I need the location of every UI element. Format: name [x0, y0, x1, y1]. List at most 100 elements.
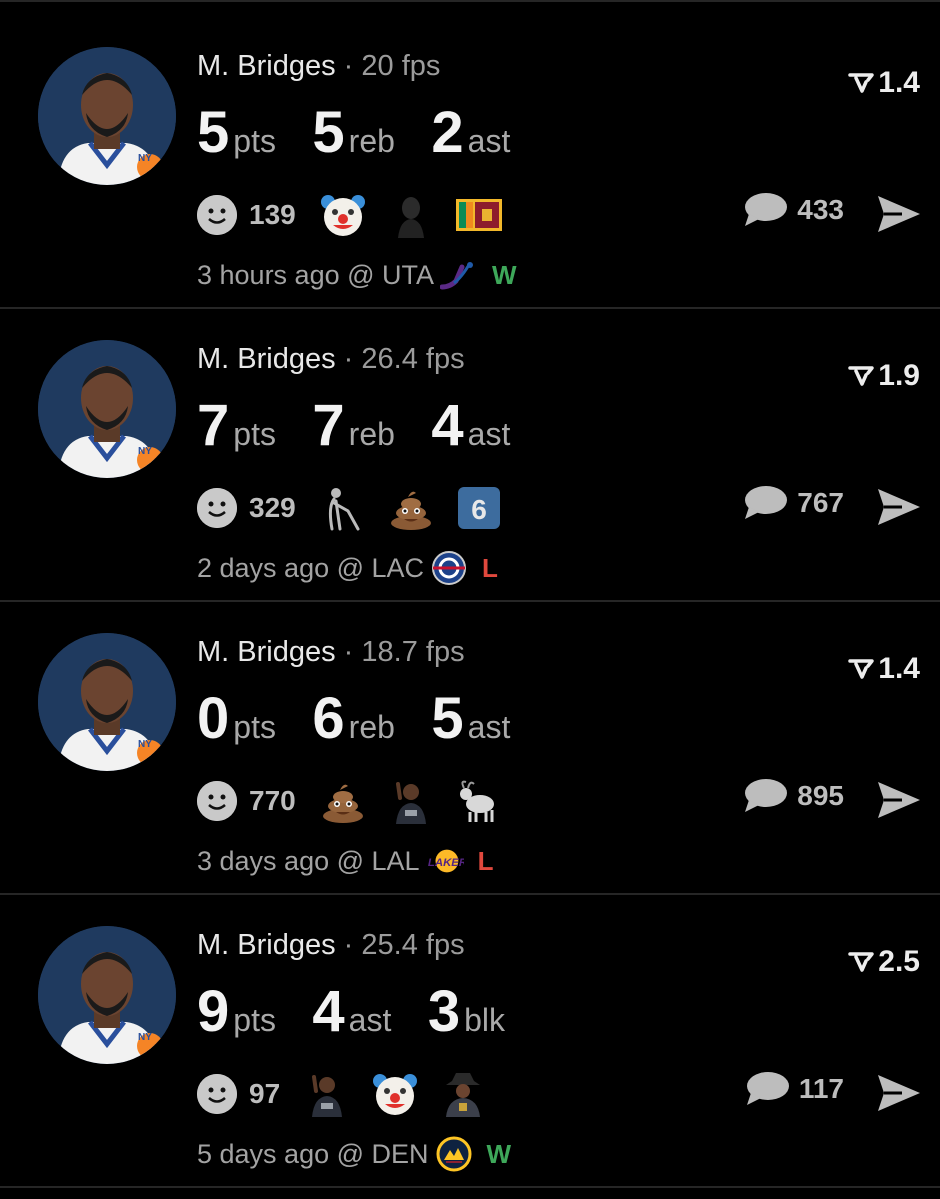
- stat-value: 3: [427, 979, 461, 1044]
- rating-value: 1.4: [878, 66, 920, 99]
- svg-text:NY: NY: [138, 739, 152, 750]
- player-name[interactable]: M. Bridges: [197, 636, 336, 668]
- keycap-digit: 6: [471, 494, 487, 525]
- player-photo-icon[interactable]: [304, 1071, 350, 1117]
- game-card[interactable]: NY M. Bridges · 18.7 fps 0 pts 6 reb 5 ast …: [0, 602, 940, 895]
- stat-line: 0 pts 6 reb 5 ast: [197, 690, 542, 760]
- stat: 0 pts: [197, 690, 276, 748]
- share-button[interactable]: [876, 780, 922, 825]
- comments-button[interactable]: 895: [743, 778, 844, 814]
- comment-count: 767: [797, 487, 844, 518]
- stat: 3 blk: [428, 983, 505, 1041]
- reactions-row: 97: [197, 1069, 508, 1119]
- keycap-six-icon[interactable]: 6: [456, 485, 502, 531]
- clown-face-icon[interactable]: [372, 1071, 418, 1117]
- game-meta: 5 days ago @ DEN W: [197, 1136, 511, 1172]
- stat-value: 4: [312, 979, 345, 1044]
- share-button[interactable]: [876, 1073, 922, 1118]
- smiley-reaction-icon[interactable]: [197, 781, 237, 821]
- reaction-count: 97: [249, 1078, 281, 1109]
- game-card[interactable]: NY M. Bridges · 20 fps 5 pts 5 reb 2 ast 1.…: [0, 16, 940, 309]
- stat-value: 7: [312, 393, 345, 458]
- stat-value: 5: [197, 100, 230, 165]
- separator: ·: [343, 50, 354, 82]
- stat-label: pts: [233, 123, 276, 159]
- clown-face-icon[interactable]: [320, 192, 366, 238]
- share-button[interactable]: [876, 487, 922, 532]
- goat-icon[interactable]: [456, 778, 502, 824]
- smiley-reaction-icon[interactable]: [197, 195, 237, 235]
- game-card[interactable]: NY M. Bridges · 25.4 fps 9 pts 4 ast 3 blk …: [0, 895, 940, 1188]
- stat-label: ast: [467, 709, 511, 745]
- stat: 7 pts: [197, 397, 276, 455]
- send-icon: [878, 196, 920, 232]
- rating: 1.9: [848, 359, 920, 393]
- title-line: M. Bridges · 26.4 fps: [197, 343, 465, 376]
- send-icon: [878, 1075, 920, 1111]
- smiley-reaction-icon[interactable]: [197, 1074, 237, 1114]
- send-icon: [878, 489, 920, 525]
- jazz-logo-icon[interactable]: [440, 259, 478, 291]
- comments-button[interactable]: 117: [745, 1071, 844, 1107]
- player-avatar[interactable]: NY: [38, 340, 176, 478]
- reactions-row: 770: [197, 776, 524, 826]
- old-man-cane-icon[interactable]: [320, 485, 366, 531]
- smiley-reaction-icon[interactable]: [197, 488, 237, 528]
- player-photo-icon[interactable]: [388, 778, 434, 824]
- rating: 1.4: [848, 652, 920, 686]
- reaction-count: 139: [249, 199, 296, 230]
- send-icon: [878, 782, 920, 818]
- stat: 2 ast: [431, 104, 510, 162]
- player-avatar[interactable]: NY: [38, 926, 176, 1064]
- rating-icon: [848, 73, 875, 93]
- separator: ·: [343, 636, 354, 668]
- stat-label: reb: [348, 123, 395, 159]
- stat-label: ast: [467, 123, 511, 159]
- game-result: W: [492, 259, 517, 290]
- stat-value: 0: [197, 686, 230, 751]
- title-line: M. Bridges · 18.7 fps: [197, 636, 465, 669]
- reaction-count: 770: [249, 785, 296, 816]
- stat-label: pts: [233, 1002, 276, 1038]
- rating-icon: [848, 366, 875, 386]
- lakers-logo-icon[interactable]: LAKERS: [426, 845, 464, 877]
- rating: 2.5: [848, 945, 920, 979]
- player-avatar[interactable]: NY: [38, 47, 176, 185]
- comment-bubble-icon: [745, 779, 788, 812]
- stat-line: 7 pts 7 reb 4 ast: [197, 397, 542, 467]
- reactions-row: 329 6: [197, 483, 524, 533]
- poop-icon[interactable]: [388, 485, 434, 531]
- stat-line: 5 pts 5 reb 2 ast: [197, 104, 542, 174]
- stat-label: ast: [348, 1002, 392, 1038]
- stat-label: pts: [233, 709, 276, 745]
- stat-line: 9 pts 4 ast 3 blk: [197, 983, 537, 1053]
- game-meta: 3 days ago @ LAL LAKERS L: [197, 845, 493, 877]
- game-result: L: [477, 845, 494, 876]
- comments-button[interactable]: 433: [743, 192, 844, 228]
- stat-value: 2: [431, 100, 464, 165]
- share-button[interactable]: [876, 194, 922, 239]
- stat: 7 reb: [312, 397, 395, 455]
- separator: ·: [343, 343, 354, 375]
- stat: 4 ast: [312, 983, 391, 1041]
- comments-button[interactable]: 767: [743, 485, 844, 521]
- poop-icon[interactable]: [320, 778, 366, 824]
- stat-value: 6: [312, 686, 345, 751]
- player-name[interactable]: M. Bridges: [197, 50, 336, 82]
- dark-figure-icon[interactable]: [388, 192, 434, 238]
- stat: 5 pts: [197, 104, 276, 162]
- player-name[interactable]: M. Bridges: [197, 929, 336, 961]
- rating-value: 1.4: [878, 652, 920, 685]
- game-meta: 2 days ago @ LAC L: [197, 551, 498, 585]
- nuggets-logo-icon[interactable]: [435, 1136, 473, 1172]
- game-time-opponent: 3 days ago @ LAL: [197, 845, 420, 876]
- player-name[interactable]: M. Bridges: [197, 343, 336, 375]
- sri-lanka-flag-icon[interactable]: [455, 192, 502, 238]
- svg-text:NY: NY: [138, 446, 152, 457]
- svg-text:NY: NY: [138, 1032, 152, 1043]
- cowboy-figure-icon[interactable]: [440, 1071, 486, 1117]
- game-card[interactable]: NY M. Bridges · 26.4 fps 7 pts 7 reb 4 ast …: [0, 309, 940, 602]
- stat-value: 9: [197, 979, 230, 1044]
- player-avatar[interactable]: NY: [38, 633, 176, 771]
- clippers-logo-icon[interactable]: [430, 551, 468, 585]
